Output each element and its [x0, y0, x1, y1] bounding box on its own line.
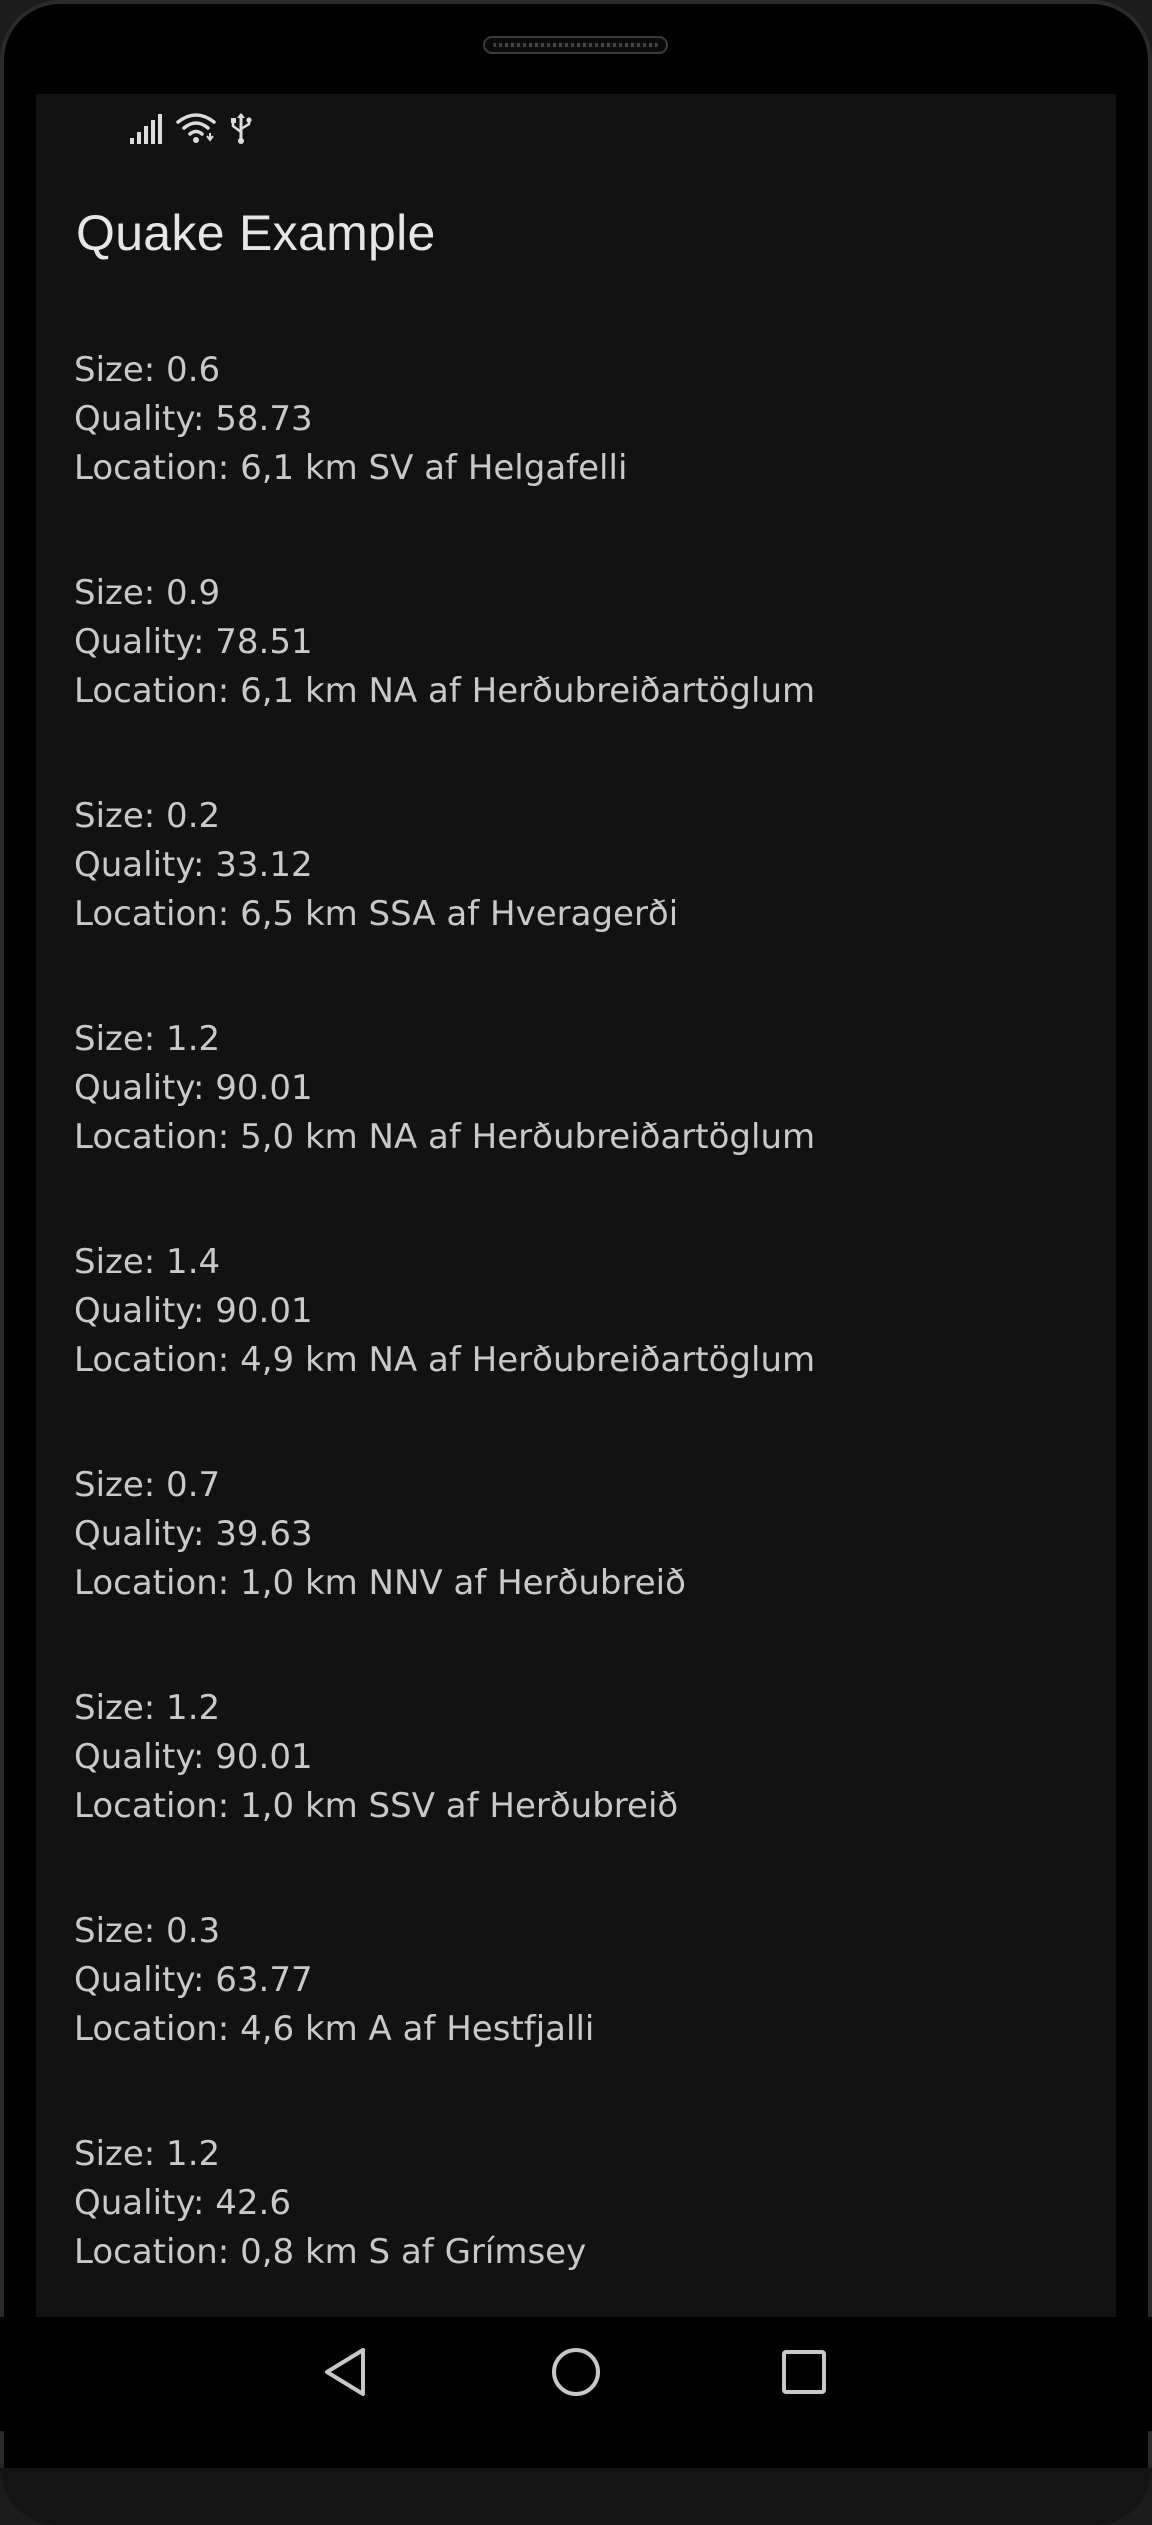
recents-button[interactable]: [769, 2339, 839, 2409]
quake-quality: Quality: 33.12: [74, 845, 313, 885]
status-icons: [130, 112, 252, 149]
list-item[interactable]: Size: 0.9 Quality: 78.51 Location: 6,1 k…: [74, 569, 1074, 792]
quake-size: Size: 1.2: [74, 2134, 221, 2174]
quake-quality: Quality: 39.63: [74, 1514, 313, 1554]
quake-size: Size: 0.9: [74, 573, 221, 613]
home-icon: [550, 2346, 602, 2403]
quake-size: Size: 0.6: [74, 350, 221, 390]
phone-chin: [0, 2468, 1152, 2525]
home-button[interactable]: [541, 2339, 611, 2409]
list-item[interactable]: Size: 0.7 Quality: 39.63 Location: 1,0 k…: [74, 1461, 1074, 1684]
usb-icon: [230, 112, 252, 149]
quake-size: Size: 1.2: [74, 1688, 221, 1728]
quake-quality: Quality: 63.77: [74, 1960, 313, 2000]
quake-location: Location: 5,0 km NA af Herðubreiðartöglu…: [74, 1117, 816, 1157]
list-item[interactable]: Size: 1.2 Quality: 90.01 Location: 5,0 k…: [74, 1015, 1074, 1238]
quake-quality: Quality: 90.01: [74, 1291, 313, 1331]
list-item[interactable]: Size: 1.2 Quality: 42.6 Location: 0,8 km…: [74, 2130, 1074, 2317]
quake-quality: Quality: 42.6: [74, 2183, 291, 2223]
list-item[interactable]: Size: 0.2 Quality: 33.12 Location: 6,5 k…: [74, 792, 1074, 1015]
quake-location: Location: 4,6 km A af Hestfjalli: [74, 2009, 595, 2049]
app-screen: Quake Example Size: 0.6 Quality: 58.73 L…: [36, 94, 1116, 2317]
navigation-bar: [0, 2317, 1152, 2431]
quake-list[interactable]: Size: 0.6 Quality: 58.73 Location: 6,1 k…: [74, 346, 1074, 2317]
list-item[interactable]: Size: 0.3 Quality: 63.77 Location: 4,6 k…: [74, 1907, 1074, 2130]
quake-location: Location: 1,0 km NNV af Herðubreið: [74, 1563, 686, 1603]
back-button[interactable]: [310, 2339, 380, 2409]
back-icon: [321, 2346, 369, 2403]
quake-location: Location: 6,1 km NA af Herðubreiðartöglu…: [74, 671, 816, 711]
quake-quality: Quality: 78.51: [74, 622, 313, 662]
quake-size: Size: 0.3: [74, 1911, 221, 1951]
quake-size: Size: 0.7: [74, 1465, 221, 1505]
quake-size: Size: 1.4: [74, 1242, 221, 1282]
quake-size: Size: 1.2: [74, 1019, 221, 1059]
signal-icon: [130, 114, 162, 149]
quake-location: Location: 4,9 km NA af Herðubreiðartöglu…: [74, 1340, 816, 1380]
quake-size: Size: 0.2: [74, 796, 221, 836]
quake-location: Location: 0,8 km S af Grímsey: [74, 2232, 587, 2272]
quake-location: Location: 1,0 km SSV af Herðubreið: [74, 1786, 679, 1826]
recents-icon: [780, 2348, 828, 2401]
list-item[interactable]: Size: 0.6 Quality: 58.73 Location: 6,1 k…: [74, 346, 1074, 569]
list-item[interactable]: Size: 1.2 Quality: 90.01 Location: 1,0 k…: [74, 1684, 1074, 1907]
status-bar: [36, 94, 1116, 164]
list-item[interactable]: Size: 1.4 Quality: 90.01 Location: 4,9 k…: [74, 1238, 1074, 1461]
quake-location: Location: 6,5 km SSA af Hveragerði: [74, 894, 679, 934]
wifi-icon: [176, 112, 216, 149]
quake-quality: Quality: 58.73: [74, 399, 313, 439]
phone-frame: Quake Example Size: 0.6 Quality: 58.73 L…: [0, 0, 1152, 2525]
app-title: Quake Example: [76, 205, 436, 261]
quake-quality: Quality: 90.01: [74, 1737, 313, 1777]
earpiece-speaker: [483, 36, 668, 54]
quake-location: Location: 6,1 km SV af Helgafelli: [74, 448, 628, 488]
quake-quality: Quality: 90.01: [74, 1068, 313, 1108]
